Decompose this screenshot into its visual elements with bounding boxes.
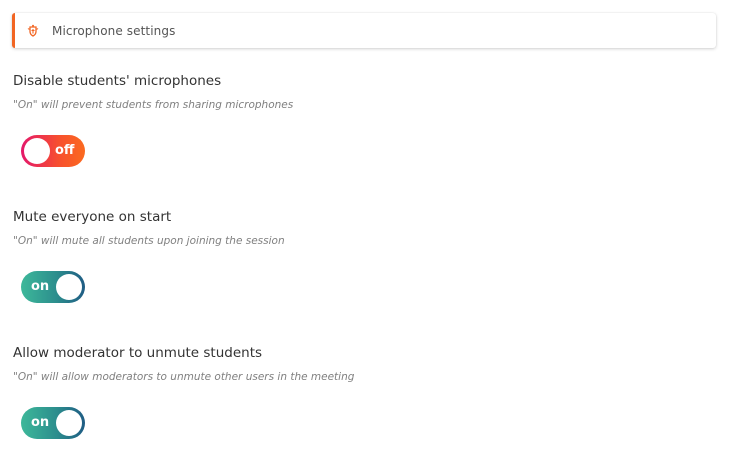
toggle-knob [56,274,82,300]
setting-description: "On" will prevent students from sharing … [13,99,294,111]
setting-title: Disable students' microphones [13,73,222,89]
setting-mute-everyone-on-start: Mute everyone on start "On" will mute al… [13,209,285,303]
setting-allow-moderator-unmute: Allow moderator to unmute students "On" … [13,345,355,439]
header-title: Microphone settings [52,23,176,38]
setting-title: Allow moderator to unmute students [13,345,263,361]
toggle-state-label: off [55,143,75,158]
setting-description: "On" will mute all students upon joining… [13,235,285,247]
toggle-state-label: on [31,279,50,294]
setting-description: "On" will allow moderators to unmute oth… [13,371,355,383]
microphone-settings-header: Microphone settings [12,13,716,48]
toggle-knob [24,138,50,164]
setting-title: Mute everyone on start [13,209,172,225]
toggle-knob [56,410,82,436]
allow-moderator-unmute-toggle[interactable]: on [21,407,85,439]
disable-microphones-toggle[interactable]: off [21,135,85,167]
toggle-state-label: on [31,415,50,430]
microphone-settings-page: Microphone settings Disable students' mi… [0,0,731,455]
setting-disable-student-microphones: Disable students' microphones "On" will … [13,73,294,167]
school-crest-icon [26,24,40,38]
mute-on-start-toggle[interactable]: on [21,271,85,303]
